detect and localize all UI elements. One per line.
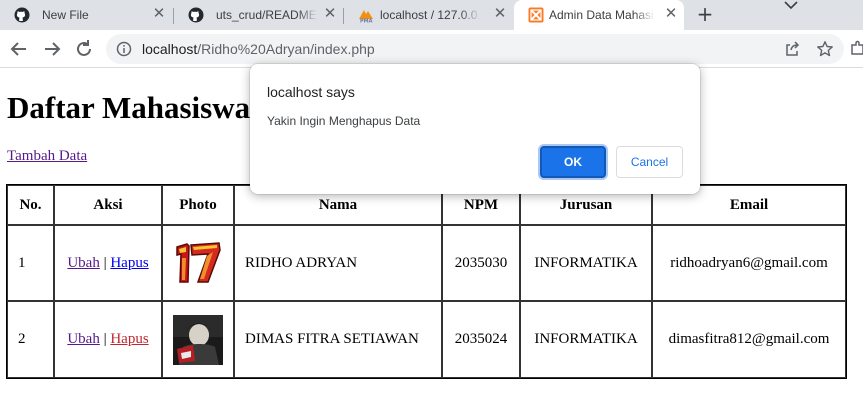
xampp-icon	[528, 7, 544, 23]
extension-icon[interactable]	[850, 40, 863, 56]
github-icon	[14, 7, 30, 23]
cell-photo	[162, 225, 234, 301]
cell-aksi: Ubah | Hapus	[54, 225, 162, 301]
forward-arrow-icon[interactable]	[41, 38, 63, 60]
photo-17-logo	[173, 238, 223, 288]
tab-readme[interactable]: uts_crud/README.md ✕	[174, 0, 344, 30]
header-aksi: Aksi	[54, 185, 162, 225]
share-icon[interactable]	[784, 41, 800, 57]
ok-button[interactable]: OK	[540, 146, 606, 178]
tab-new-file[interactable]: New File ✕	[0, 0, 174, 30]
url-path: /Ridho%20Adryan/index.php	[197, 41, 375, 57]
cell-aksi: Ubah | Hapus	[54, 301, 162, 378]
edit-link[interactable]: Ubah	[67, 331, 100, 347]
tab-strip: New File ✕ uts_crud/README.md ✕ PMA loca…	[0, 0, 863, 30]
cancel-button[interactable]: Cancel	[616, 146, 683, 178]
cell-no: 1	[7, 225, 54, 301]
cell-photo	[162, 301, 234, 378]
dialog-title: localhost says	[267, 84, 355, 100]
student-table: No. Aksi Photo Nama NPM Jurusan Email 1 …	[6, 184, 847, 379]
close-icon[interactable]: ✕	[663, 6, 679, 22]
tab-title: uts_crud/README.md	[216, 8, 318, 22]
url-host: localhost	[142, 41, 198, 57]
edit-link[interactable]: Ubah	[67, 255, 100, 271]
alert-dialog: localhost says Yakin Ingin Menghapus Dat…	[250, 64, 700, 194]
cell-email: dimasfitra812@gmail.com	[652, 301, 846, 378]
tab-phpmyadmin[interactable]: PMA localhost / 127.0.0.1 ✕	[344, 0, 514, 30]
browser-toolbar: localhost/Ridho%20Adryan/index.php	[0, 30, 863, 68]
cell-jurusan: INFORMATIKA	[520, 301, 652, 378]
page-title: Daftar Mahasiswa	[7, 90, 251, 125]
new-tab-button[interactable]: +	[694, 4, 716, 26]
address-bar[interactable]: localhost/Ridho%20Adryan/index.php	[106, 34, 844, 64]
cell-npm: 2035030	[442, 225, 520, 301]
url-text: localhost/Ridho%20Adryan/index.php	[142, 41, 375, 57]
close-icon[interactable]: ✕	[151, 6, 167, 22]
tab-title: New File	[42, 8, 89, 22]
cell-jurusan: INFORMATIKA	[520, 225, 652, 301]
header-photo: Photo	[162, 185, 234, 225]
tab-search-chevron-icon[interactable]	[781, 0, 801, 14]
reload-icon[interactable]	[73, 38, 95, 60]
cell-nama: DIMAS FITRA SETIAWAN	[234, 301, 442, 378]
add-data-link[interactable]: Tambah Data	[7, 148, 87, 165]
phpmyadmin-icon: PMA	[359, 10, 373, 24]
table-row: 1 Ubah | Hapus RIDHO ADRYAN 2035030 INFO…	[7, 225, 846, 301]
delete-link[interactable]: Hapus	[110, 331, 148, 347]
tab-title: localhost / 127.0.0.1	[380, 8, 480, 22]
cell-nama: RIDHO ADRYAN	[234, 225, 442, 301]
link-separator: |	[103, 254, 107, 271]
bookmark-star-icon[interactable]	[816, 40, 834, 58]
tab-admin-data-mahasiswa[interactable]: Admin Data Mahasiswa ✕	[514, 0, 684, 30]
dialog-message: Yakin Ingin Menghapus Data	[267, 114, 421, 128]
link-separator: |	[103, 331, 107, 347]
github-icon	[188, 7, 204, 23]
cell-email: ridhoadryan6@gmail.com	[652, 225, 846, 301]
close-icon[interactable]: ✕	[492, 6, 508, 22]
cell-npm: 2035024	[442, 301, 520, 378]
info-icon[interactable]	[116, 41, 132, 57]
tab-title: Admin Data Mahasiswa	[549, 8, 655, 22]
back-arrow-icon[interactable]	[8, 38, 30, 60]
photo-portrait	[173, 314, 223, 365]
delete-link[interactable]: Hapus	[110, 255, 148, 271]
cell-no: 2	[7, 301, 54, 378]
table-row: 2 Ubah | Hapus DIMAS FITRA SETIAWAN 2035…	[7, 301, 846, 378]
svg-text:PMA: PMA	[360, 19, 373, 24]
header-no: No.	[7, 185, 54, 225]
close-icon[interactable]: ✕	[322, 6, 338, 22]
